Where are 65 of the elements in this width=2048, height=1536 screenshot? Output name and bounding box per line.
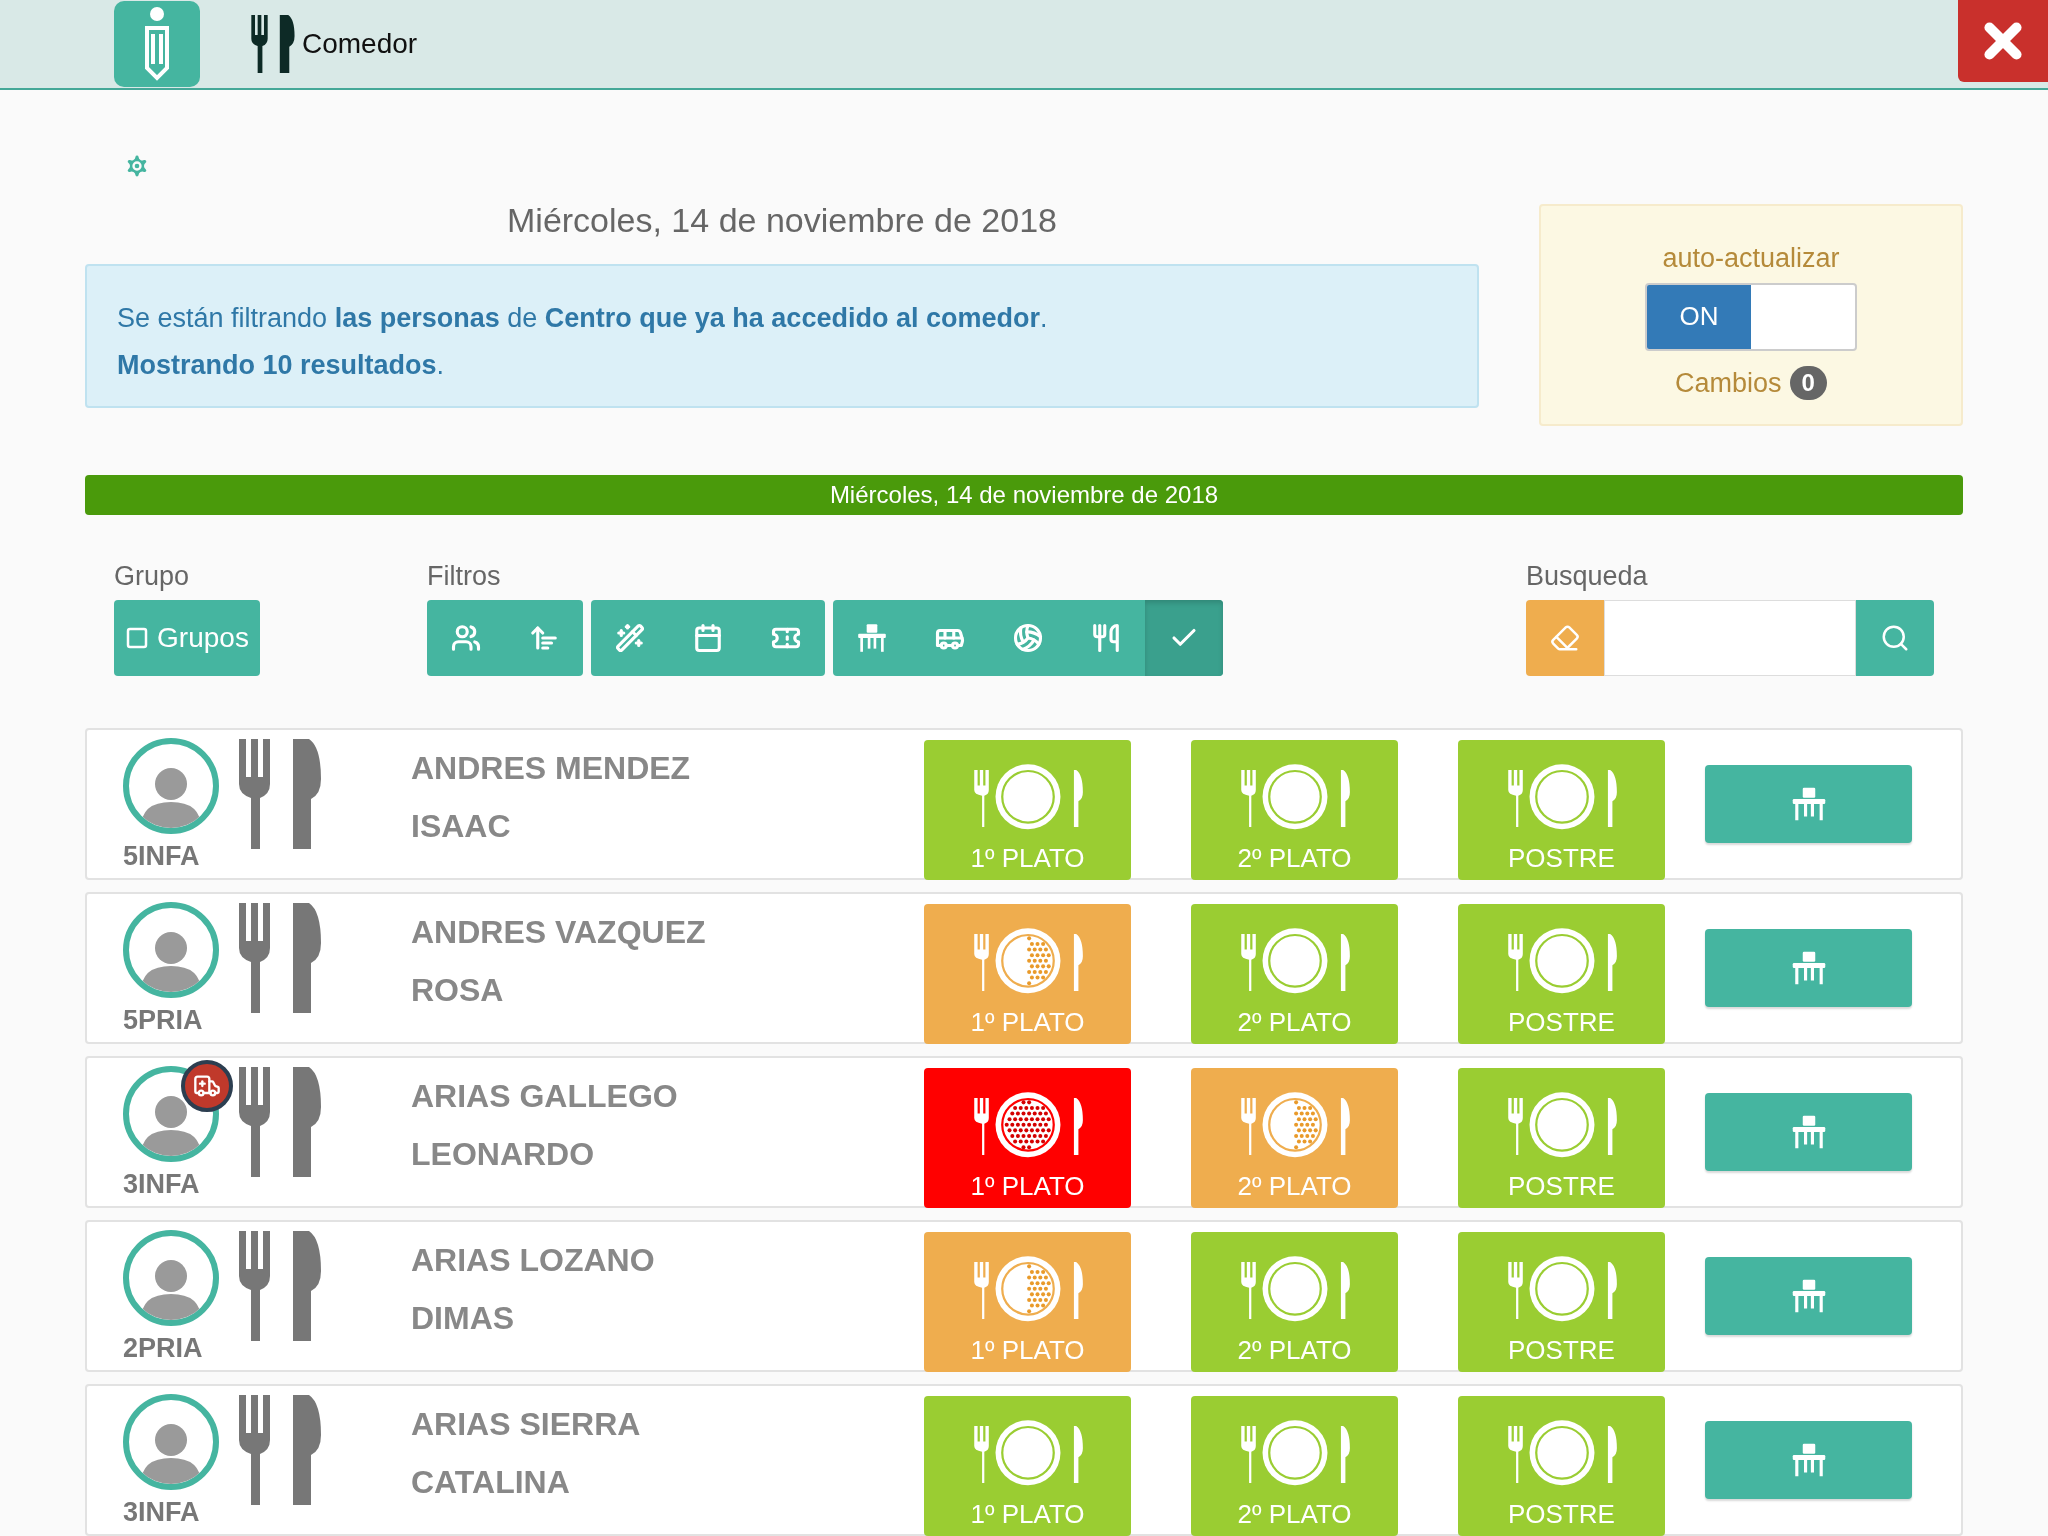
meal-tile[interactable]: POSTRE: [1458, 1068, 1665, 1208]
meal-tile[interactable]: 2º PLATO: [1191, 1232, 1398, 1372]
calendar-icon: [693, 623, 723, 653]
group-code: 5PRIA: [123, 1004, 204, 1037]
student-name: CATALINA: [411, 1463, 571, 1502]
meal-tile[interactable]: POSTRE: [1458, 1232, 1665, 1372]
group-label: Grupo: [114, 560, 191, 590]
auto-update-label: auto-actualizar: [1662, 242, 1840, 275]
meal-tile[interactable]: POSTRE: [1458, 1396, 1665, 1536]
info-text: Se están filtrando las personas de Centro que ya ha accedido al comedor.: [117, 302, 1049, 335]
checkbox-icon: [125, 626, 150, 650]
student-surname: ANDRES VAZQUEZ: [411, 913, 707, 952]
desk-button[interactable]: [1705, 1421, 1912, 1499]
student-surname: ARIAS LOZANO: [411, 1241, 656, 1280]
changes-label: Cambios: [1675, 366, 1782, 400]
meal-tile[interactable]: 1º PLATO: [924, 904, 1131, 1044]
group-code: 5INFA: [123, 840, 201, 873]
meal-tile[interactable]: 2º PLATO: [1191, 1396, 1398, 1536]
desk-icon: [855, 621, 889, 655]
changes-count: 0: [1789, 365, 1827, 400]
student-surname: ARIAS SIERRA: [411, 1405, 642, 1444]
date-bar: Miércoles, 14 de noviembre de 2018: [85, 475, 1963, 515]
clear-button[interactable]: [1526, 600, 1604, 676]
filter-button[interactable]: [1145, 600, 1223, 676]
student-surname: ANDRES MENDEZ: [411, 749, 692, 788]
meal-tile[interactable]: POSTRE: [1458, 904, 1665, 1044]
auto-update-toggle[interactable]: ON: [1645, 282, 1857, 351]
desk-button[interactable]: [1705, 1093, 1912, 1171]
student-name: LEONARDO: [411, 1135, 596, 1174]
meal-tile[interactable]: 1º PLATO: [924, 1232, 1131, 1372]
magic-wand-icon: [615, 623, 645, 653]
meal-tile[interactable]: 1º PLATO: [924, 1396, 1131, 1536]
eraser-icon: [1550, 623, 1580, 653]
search-field[interactable]: [1604, 600, 1856, 676]
search-button[interactable]: [1856, 600, 1934, 676]
student-name: ROSA: [411, 971, 505, 1010]
sort-icon: [529, 623, 559, 653]
app-logo[interactable]: [114, 1, 200, 87]
groups-button[interactable]: Grupos: [114, 600, 260, 676]
page-title: Comedor: [302, 27, 418, 61]
meal-tile[interactable]: 1º PLATO: [924, 740, 1131, 880]
meal-tile[interactable]: 2º PLATO: [1191, 740, 1398, 880]
desk-button[interactable]: [1705, 929, 1912, 1007]
people-icon: [451, 623, 481, 653]
search-icon: [1880, 623, 1910, 653]
desk-button[interactable]: [1705, 1257, 1912, 1335]
meal-tile[interactable]: 2º PLATO: [1191, 904, 1398, 1044]
meal-tile[interactable]: 1º PLATO: [924, 1068, 1131, 1208]
close-button[interactable]: [1958, 0, 2048, 82]
group-code: 3INFA: [123, 1168, 201, 1201]
student-surname: ARIAS GALLEGO: [411, 1077, 679, 1116]
ball-icon: [1013, 623, 1043, 653]
group-code: 2PRIA: [123, 1332, 204, 1365]
desk-button[interactable]: [1705, 765, 1912, 843]
meal-tile[interactable]: POSTRE: [1458, 740, 1665, 880]
cutlery-icon: [1091, 623, 1121, 653]
group-code: 3INFA: [123, 1496, 201, 1529]
search-label: Busqueda: [1526, 560, 1649, 590]
filters-label: Filtros: [427, 560, 502, 590]
cutlery-icon: [250, 15, 298, 73]
student-name: DIMAS: [411, 1299, 516, 1338]
meal-tile[interactable]: 2º PLATO: [1191, 1068, 1398, 1208]
student-name: ISAAC: [411, 807, 512, 846]
date-title: Miércoles, 14 de noviembre de 2018: [506, 200, 1058, 241]
info-text: Mostrando 10 resultados.: [117, 348, 446, 382]
